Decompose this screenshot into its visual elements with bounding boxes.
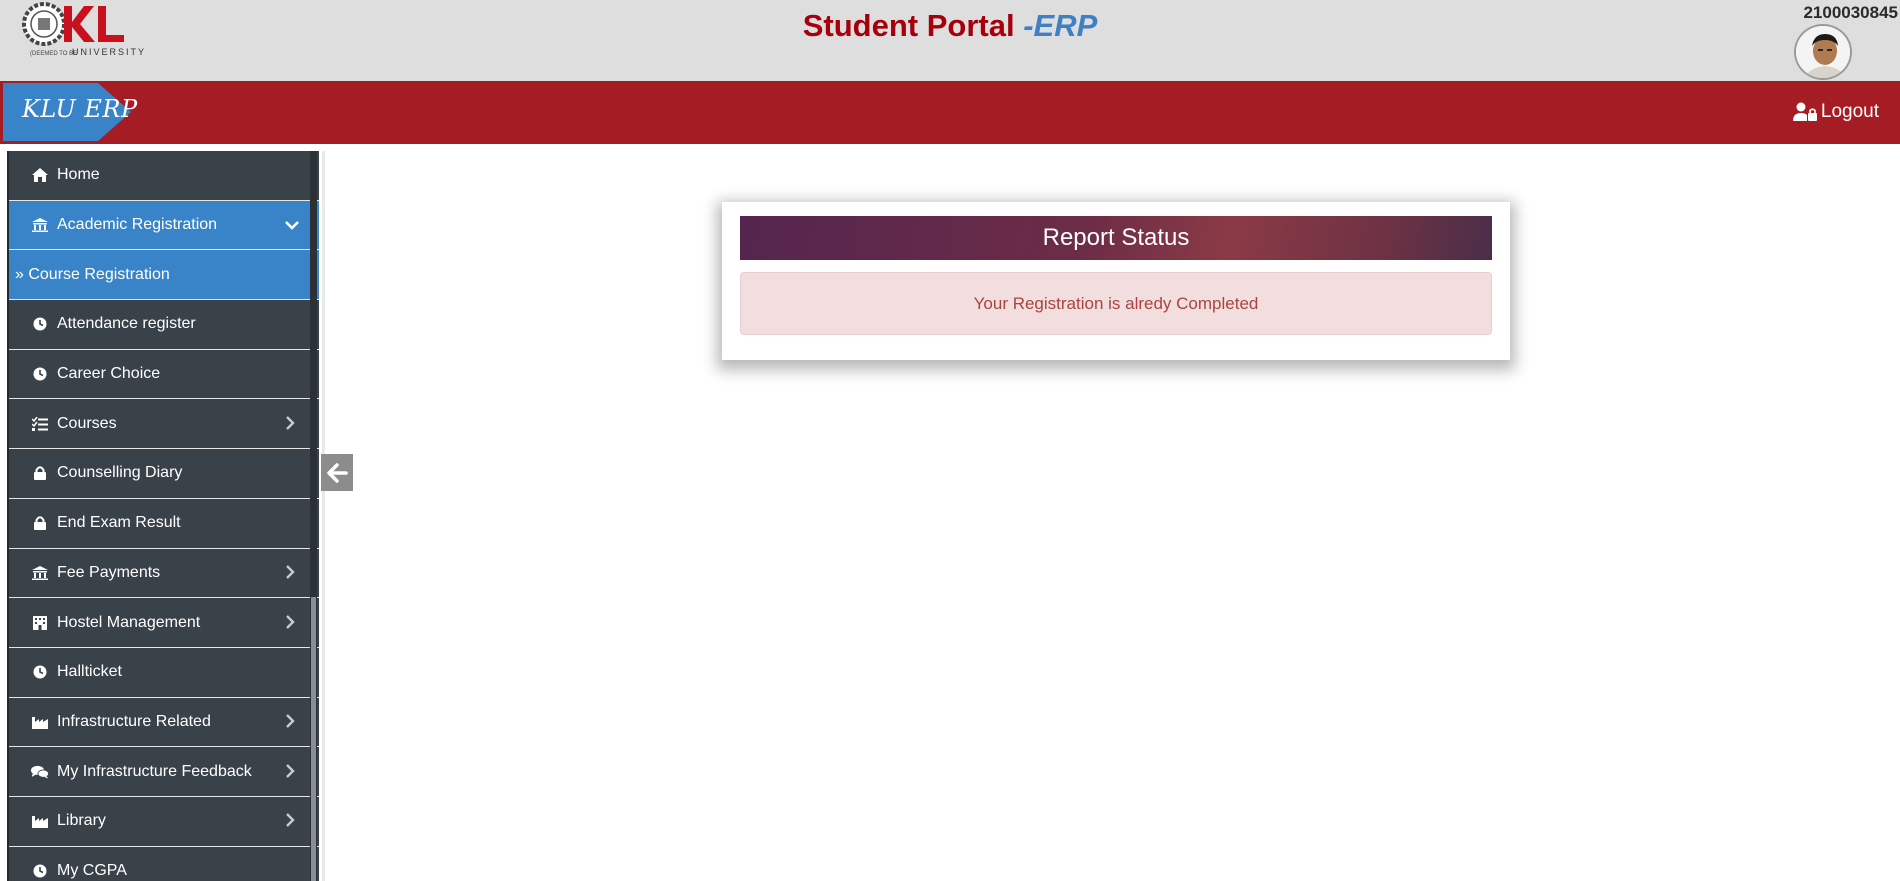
- svg-text:(DEEMED TO BE: (DEEMED TO BE: [30, 51, 77, 57]
- sidebar-item-label: Attendance register: [57, 315, 196, 333]
- sidebar-item-fee-payments[interactable]: Fee Payments: [9, 548, 319, 599]
- institution-icon: [31, 564, 49, 582]
- clock-icon: [31, 365, 49, 383]
- sidebar-item-label: Courses: [57, 414, 117, 432]
- sidebar-item-label: End Exam Result: [57, 514, 181, 532]
- page-title-main: Student Portal: [802, 8, 1024, 43]
- sidebar-menu: Home Academic Registration » Course Regist…: [9, 151, 319, 881]
- home-icon: [31, 166, 49, 184]
- institution-icon: [31, 216, 49, 234]
- top-header: (DEEMED TO BE UNIVERSITY Student Portal …: [0, 0, 1900, 81]
- clock-icon: [31, 862, 49, 880]
- report-status-title: Report Status: [740, 216, 1492, 260]
- registration-status-alert: Your Registration is alredy Completed: [740, 272, 1492, 335]
- report-status-card: Report Status Your Registration is alred…: [722, 202, 1510, 360]
- sidebar-item-label: My CGPA: [57, 861, 127, 879]
- sidebar-item-courses[interactable]: Courses: [9, 399, 319, 450]
- chevron-right-icon: [285, 813, 297, 829]
- sidebar-item-label: My Infrastructure Feedback: [57, 762, 252, 780]
- sidebar-collapse-button[interactable]: [321, 454, 353, 491]
- clock-icon: [31, 315, 49, 333]
- sidebar-item-infrastructure-related[interactable]: Infrastructure Related: [9, 697, 319, 748]
- sidebar-item-my-infrastructure-feedback[interactable]: My Infrastructure Feedback: [9, 747, 319, 797]
- clock-icon: [31, 663, 49, 681]
- navbar: KLU ERP Logout: [0, 81, 1900, 144]
- sidebar-item-end-exam-result[interactable]: End Exam Result: [9, 498, 319, 549]
- user-lock-icon: [1792, 102, 1817, 121]
- chevron-right-icon: [285, 614, 297, 631]
- page-title: Student Portal -ERP: [0, 8, 1900, 44]
- building-icon: [31, 614, 49, 632]
- sidebar-item-academic-registration[interactable]: Academic Registration: [9, 200, 319, 251]
- chevron-down-icon: [285, 217, 299, 233]
- chevron-right-icon: [285, 564, 297, 581]
- chevron-right-icon: [285, 763, 297, 780]
- sidebar-item-label: Academic Registration: [57, 216, 218, 234]
- sidebar-item-career-choice[interactable]: Career Choice: [9, 349, 319, 400]
- sidebar-item-label: Counselling Diary: [57, 464, 183, 482]
- student-photo-icon: [1796, 26, 1850, 78]
- sidebar-item-course-registration[interactable]: » Course Registration: [9, 250, 319, 301]
- industry-icon: [31, 812, 49, 830]
- lock-icon: [31, 514, 49, 532]
- sidebar-item-my-cgpa[interactable]: My CGPA: [9, 846, 319, 881]
- sidebar-item-label: Hallticket: [57, 663, 122, 681]
- sidebar-item-hostel-management[interactable]: Hostel Management: [9, 598, 319, 648]
- brand-link[interactable]: KLU ERP: [22, 95, 138, 123]
- sidebar-item-attendance-register[interactable]: Attendance register: [9, 300, 319, 350]
- sidebar-item-label: Hostel Management: [57, 613, 201, 631]
- sidebar-item-hallticket[interactable]: Hallticket: [9, 647, 319, 698]
- sidebar-scrollbar-thumb[interactable]: [311, 597, 316, 881]
- comments-icon: [31, 763, 49, 781]
- sidebar-item-label: Fee Payments: [57, 563, 161, 581]
- sidebar-item-label: » Course Registration: [15, 265, 170, 283]
- sidebar-item-label: Library: [57, 812, 106, 830]
- tasks-icon: [31, 415, 49, 433]
- page-title-accent: -ERP: [1023, 8, 1098, 43]
- logout-button[interactable]: Logout: [1792, 101, 1879, 123]
- sidebar-item-label: Home: [57, 166, 100, 184]
- sidebar-item-counselling-diary[interactable]: Counselling Diary: [9, 449, 319, 499]
- chevron-right-icon: [285, 415, 297, 432]
- sidebar-item-home[interactable]: Home: [9, 151, 319, 201]
- arrow-left-icon: [327, 462, 348, 483]
- logout-label: Logout: [1820, 101, 1879, 122]
- student-id: 2100030845: [1803, 3, 1898, 22]
- sidebar-item-library[interactable]: Library: [9, 796, 319, 847]
- svg-text:UNIVERSITY: UNIVERSITY: [72, 47, 146, 57]
- sidebar-item-label: Infrastructure Related: [57, 712, 211, 730]
- chevron-right-icon: [285, 714, 297, 730]
- industry-icon: [31, 713, 49, 731]
- sidebar: Home Academic Registration » Course Regist…: [7, 151, 319, 881]
- avatar[interactable]: [1794, 24, 1852, 80]
- sidebar-item-label: Career Choice: [57, 365, 161, 383]
- lock-icon: [31, 464, 49, 482]
